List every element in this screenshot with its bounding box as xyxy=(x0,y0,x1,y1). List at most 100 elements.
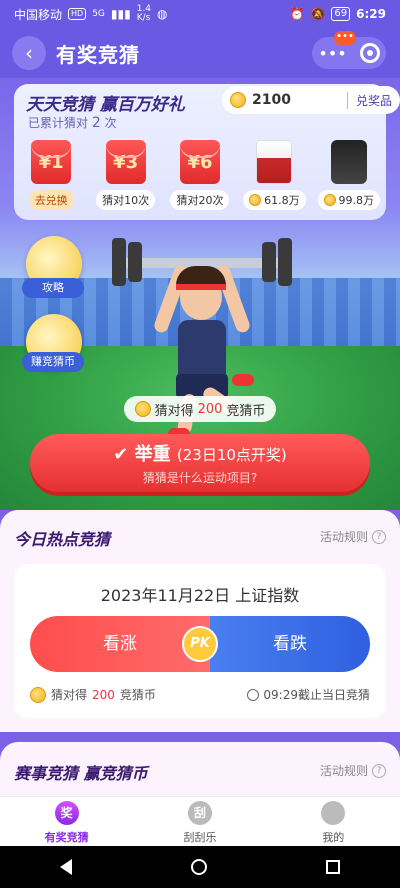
reward-suffix: 竞猜币 xyxy=(119,688,156,702)
hd-badge: HD xyxy=(68,8,87,20)
tab-scratch[interactable]: 刮 刮刮乐 xyxy=(150,797,250,846)
barbell-plate xyxy=(278,238,292,286)
nav-back-icon[interactable] xyxy=(59,859,72,875)
event-guess-section: 赛事竞猜 赢竞猜币 活动规则 ? xyxy=(0,742,400,800)
prize-price-label: 61.8万 xyxy=(243,190,306,210)
mute-icon: 🔕 xyxy=(310,7,326,21)
nav-recent-icon[interactable] xyxy=(326,860,341,874)
tab-guess[interactable]: 奖 有奖竞猜 xyxy=(17,797,117,846)
reward-value: 200 xyxy=(92,687,115,702)
notification-badge: ••• xyxy=(334,31,356,45)
clock-icon xyxy=(247,688,260,701)
profile-tab-icon xyxy=(321,801,346,825)
hot-guess-section: 今日热点竞猜 活动规则 ? 2023年11月22日 上证指数 看涨 看跌 PK … xyxy=(0,510,400,732)
red-envelope-icon: ¥3 xyxy=(105,140,146,184)
time-label: 6:29 xyxy=(356,7,386,21)
prize-item[interactable]: ¥1 去兑换 xyxy=(20,140,82,216)
prize-card: 天天竞猜 赢百万好礼 已累计猜对 2 次 2100 兑奖品 ¥1 去兑换 ¥3 … xyxy=(14,84,400,220)
guess-question: 猜猜是什么运动项目? xyxy=(142,471,258,485)
page-title: 有奖竞猜 xyxy=(56,42,140,67)
prize-item[interactable]: 61.8万 xyxy=(243,140,306,216)
red-envelope-icon: ¥6 xyxy=(179,140,220,184)
prize-price-label: 99.8万 xyxy=(317,190,380,210)
stock-guess-card: 2023年11月22日 上证指数 看涨 看跌 PK 猜对得 200 竞猜币 09:2… xyxy=(14,564,386,718)
chevron-left-icon: ‹ xyxy=(25,41,33,65)
network-label: 5G xyxy=(92,8,105,19)
guess-answer: ✔ 举重 (23日10点开奖) xyxy=(30,440,370,466)
nav-home-icon[interactable] xyxy=(190,859,207,875)
bottom-tabbar: 奖 有奖竞猜 刮 刮刮乐 我的 xyxy=(0,796,400,846)
liquor-icon xyxy=(256,140,293,184)
coin-icon xyxy=(249,194,262,206)
system-nav-bar xyxy=(0,846,400,888)
prize-redeem-button[interactable]: 去兑换 xyxy=(28,190,74,210)
back-button[interactable]: ‹ xyxy=(12,36,46,70)
rules-link[interactable]: 活动规则 ? xyxy=(320,528,386,545)
athlete-shoe xyxy=(232,374,254,386)
prize-price: 99.8万 xyxy=(338,194,375,207)
tab-label: 我的 xyxy=(322,831,345,844)
status-bar: 中国移动 HD 5G ▮▮▮ 1.4 K/s ◍ ⏰ 🔕 69 6:29 xyxy=(0,0,400,28)
barbell-plate xyxy=(128,242,142,282)
athlete-headband xyxy=(176,284,226,290)
prize-item[interactable]: ¥6 猜对20次 xyxy=(169,140,231,216)
guess-answer-time: (23日10点开奖) xyxy=(176,446,287,464)
wechat-icon: ◍ xyxy=(157,7,168,21)
athlete-jersey xyxy=(178,320,226,378)
question-icon: ? xyxy=(372,529,386,544)
question-icon: ? xyxy=(372,763,386,778)
guess-count-suffix: 次 xyxy=(104,116,117,130)
prize-price: 61.8万 xyxy=(264,194,300,207)
guess-count-value: 2 xyxy=(91,115,101,131)
alarm-icon: ⏰ xyxy=(289,7,305,21)
prize-item[interactable]: ¥3 猜对10次 xyxy=(95,140,157,216)
rules-link[interactable]: 活动规则 ? xyxy=(320,762,386,779)
prize-label: 猜对20次 xyxy=(170,190,230,210)
reward-prefix: 猜对得 xyxy=(154,403,194,419)
reward-value: 200 xyxy=(197,401,223,417)
guess-answer-text: 举重 xyxy=(134,444,171,465)
app-header: ‹ 有奖竞猜 ••• ••• xyxy=(0,28,400,78)
tab-label: 有奖竞猜 xyxy=(44,831,89,844)
coin-amount: 2100 xyxy=(252,92,291,108)
coin-icon xyxy=(323,194,336,206)
banner-headline: 天天竞猜 赢百万好礼 xyxy=(26,95,185,115)
earn-coins-button[interactable]: 赚竞猜币 xyxy=(22,352,84,372)
sport-guess-button[interactable]: ✔ 举重 (23日10点开奖) 猜猜是什么运动项目? xyxy=(30,434,370,492)
redeem-link[interactable]: 兑奖品 xyxy=(346,91,392,109)
tab-label: 刮刮乐 xyxy=(183,831,217,844)
red-envelope-icon: ¥1 xyxy=(31,140,72,184)
battery-icon: 69 xyxy=(331,7,351,21)
rules-label: 活动规则 xyxy=(319,530,368,544)
deadline-text: 09:29截止当日竞猜 xyxy=(263,688,370,702)
prize-label: 猜对10次 xyxy=(96,190,156,210)
guess-question: 2023年11月22日 上证指数 xyxy=(100,586,300,605)
section-title: 赛事竞猜 赢竞猜币 xyxy=(14,764,148,783)
coin-balance: 2100 兑奖品 xyxy=(222,86,400,114)
guess-down-button[interactable]: 看跌 xyxy=(210,616,370,672)
signal-icon: ▮▮▮ xyxy=(110,7,131,21)
tab-mine[interactable]: 我的 xyxy=(283,797,383,846)
reward-info: 猜对得 200 竞猜币 xyxy=(30,686,156,703)
reward-prefix: 猜对得 xyxy=(51,688,88,702)
prize-item[interactable]: 99.8万 xyxy=(317,140,380,216)
prize-tab-icon: 奖 xyxy=(54,801,79,825)
pk-icon: PK xyxy=(182,626,218,662)
reward-suffix: 竞猜币 xyxy=(226,403,266,419)
coin-icon xyxy=(134,401,151,417)
guess-count-prefix: 已累计猜对 xyxy=(28,116,89,130)
miniapp-capsule: ••• ••• xyxy=(312,31,386,69)
scratch-tab-icon: 刮 xyxy=(187,801,212,825)
more-icon[interactable]: ••• xyxy=(318,44,346,63)
rules-label: 活动规则 xyxy=(319,764,368,778)
coin-icon xyxy=(30,686,46,703)
strategy-button[interactable]: 攻略 xyxy=(22,278,84,298)
prize-list: ¥1 去兑换 ¥3 猜对10次 ¥6 猜对20次 61.8万 99.8万 xyxy=(14,140,386,216)
coin-icon xyxy=(230,92,246,108)
phone-icon xyxy=(330,140,367,184)
reward-chip: 猜对得 200 竞猜币 xyxy=(124,396,276,422)
carrier-label: 中国移动 xyxy=(14,7,63,22)
section-title: 今日热点竞猜 xyxy=(14,530,111,549)
close-target-icon[interactable] xyxy=(359,43,380,63)
check-icon: ✔ xyxy=(113,444,129,465)
